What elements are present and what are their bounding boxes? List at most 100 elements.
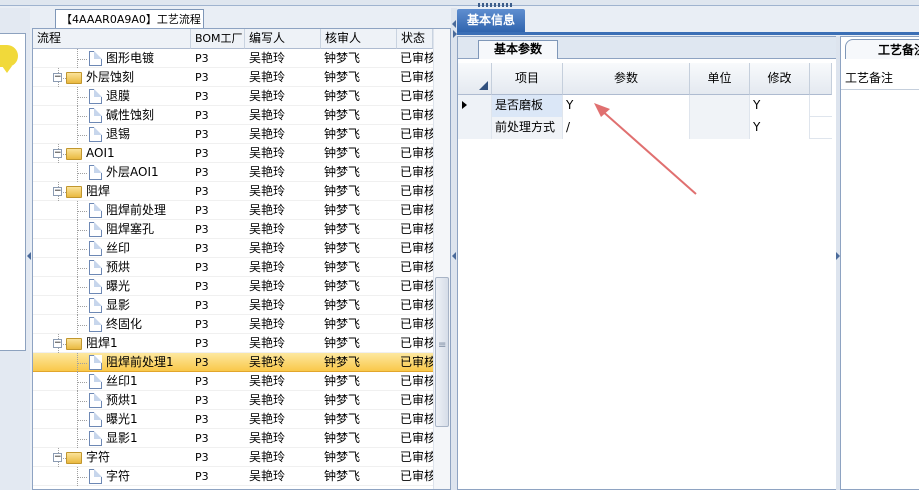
tree-row[interactable]: 曝光 P3 吴艳玲 钟梦飞 已审核 — [33, 277, 433, 296]
tree-row[interactable]: 曝光1 P3 吴艳玲 钟梦飞 已审核 — [33, 410, 433, 429]
param-unit-cell[interactable] — [690, 95, 750, 117]
tree-node[interactable]: 阻焊塞孔 — [89, 220, 154, 239]
writer-cell: 吴艳玲 — [249, 469, 286, 483]
tree-branch-line — [77, 97, 87, 98]
tree-node[interactable]: 字符 — [89, 467, 130, 486]
tree-row[interactable]: 预烘1 P3 吴艳玲 钟梦飞 已审核 — [33, 391, 433, 410]
tree-row[interactable]: 退锡 P3 吴艳玲 钟梦飞 已审核 — [33, 125, 433, 144]
tree-node[interactable]: 退膜 — [89, 87, 130, 106]
tree-node[interactable]: 外层AOI1 — [89, 163, 159, 182]
tree-node[interactable]: 预烘1 — [89, 391, 138, 410]
tree-row[interactable]: − 字符 P3 吴艳玲 钟梦飞 已审核 — [33, 448, 433, 467]
tree-node[interactable]: 显影 — [89, 296, 130, 315]
collapse-toggle-icon[interactable]: − — [53, 187, 62, 196]
process-remark-tab[interactable]: 工艺备注 — [845, 39, 919, 59]
reviewer-cell: 钟梦飞 — [324, 412, 361, 426]
tree-row[interactable]: 阻焊前处理1 P3 吴艳玲 钟梦飞 已审核 — [33, 353, 433, 372]
column-header-flow[interactable]: 流程 — [33, 29, 191, 49]
tree-row[interactable]: 阻焊塞孔 P3 吴艳玲 钟梦飞 已审核 — [33, 220, 433, 239]
tree-node[interactable]: 碱性蚀刻 — [89, 106, 154, 125]
status-cell: 已审核 — [400, 393, 433, 407]
basic-info-tab[interactable]: 基本信息 — [457, 9, 525, 33]
tree-row[interactable]: 碱性蚀刻 P3 吴艳玲 钟梦飞 已审核 — [33, 106, 433, 125]
tree-row[interactable]: 退膜 P3 吴艳玲 钟梦飞 已审核 — [33, 87, 433, 106]
param-modify-cell[interactable]: Y — [750, 95, 810, 117]
tree-row[interactable]: 显影1 P3 吴艳玲 钟梦飞 已审核 — [33, 429, 433, 448]
tree-row[interactable]: 丝印 P3 吴艳玲 钟梦飞 已审核 — [33, 239, 433, 258]
bom-cell: P3 — [195, 394, 209, 407]
tree-node[interactable]: 曝光 — [89, 277, 130, 296]
column-header-writer[interactable]: 编写人 — [245, 29, 321, 49]
bom-cell: P3 — [195, 432, 209, 445]
tree-row[interactable]: 丝印1 P3 吴艳玲 钟梦飞 已审核 — [33, 372, 433, 391]
tree-row[interactable]: 预烘 P3 吴艳玲 钟梦飞 已审核 — [33, 258, 433, 277]
tree-node[interactable]: 终固化 — [89, 315, 142, 334]
column-header-bom[interactable]: BOM工厂 — [191, 29, 245, 49]
writer-cell: 吴艳玲 — [249, 70, 286, 84]
grid-header-item[interactable]: 项目 — [492, 63, 563, 95]
row-indicator[interactable] — [458, 117, 492, 139]
tree-node[interactable]: 退锡 — [89, 125, 130, 144]
tree-node[interactable]: − 外层蚀刻 — [53, 68, 134, 87]
grid-header-param[interactable]: 参数 — [563, 63, 690, 95]
tree-row[interactable]: 字符 P3 吴艳玲 钟梦飞 已审核 — [33, 467, 433, 486]
grid-header-unit[interactable]: 单位 — [690, 63, 750, 95]
tree-node[interactable]: 阻焊前处理 — [89, 201, 166, 220]
collapse-toggle-icon[interactable]: − — [53, 149, 62, 158]
scrollbar-thumb[interactable] — [435, 277, 449, 427]
tree-row[interactable]: 图形电镀 P3 吴艳玲 钟梦飞 已审核 — [33, 49, 433, 68]
tree-node-label: 丝印1 — [106, 374, 138, 388]
reviewer-cell: 钟梦飞 — [324, 51, 361, 65]
splitter-grip[interactable] — [478, 3, 514, 7]
collapse-toggle-icon[interactable]: − — [53, 339, 62, 348]
tree-node[interactable]: 丝印 — [89, 239, 130, 258]
tree-row[interactable]: 外层AOI1 P3 吴艳玲 钟梦飞 已审核 — [33, 163, 433, 182]
grid-header-modify[interactable]: 修改 — [750, 63, 810, 95]
tree-node[interactable]: 预烘 — [89, 258, 130, 277]
splitter-left-arrow-icon[interactable] — [452, 20, 456, 28]
param-unit-cell[interactable] — [690, 117, 750, 139]
tree-node-label: 字符 — [106, 469, 131, 483]
tree-node-label: 阻焊前处理1 — [106, 355, 174, 369]
params-row[interactable]: 前处理方式 / Y — [458, 117, 832, 139]
basic-params-tab[interactable]: 基本参数 — [478, 40, 558, 59]
document-icon — [89, 279, 102, 294]
tree-row[interactable]: 显影 P3 吴艳玲 钟梦飞 已审核 — [33, 296, 433, 315]
collapse-toggle-icon[interactable]: − — [53, 73, 62, 82]
splitter-mid-arrow-icon[interactable] — [452, 252, 456, 260]
tree-node[interactable]: 阻焊前处理1 — [89, 353, 174, 372]
tree-row[interactable]: − 阻焊 P3 吴艳玲 钟梦飞 已审核 — [33, 182, 433, 201]
tree-row[interactable]: 阻焊前处理 P3 吴艳玲 钟梦飞 已审核 — [33, 201, 433, 220]
document-icon — [89, 412, 102, 427]
tree-node[interactable]: − AOI1 — [53, 144, 115, 163]
param-value-cell[interactable]: Y — [563, 95, 690, 117]
process-flow-tab[interactable]: 【4AAAR0A9A0】工艺流程 — [55, 9, 204, 30]
tree-node[interactable]: 图形电镀 — [89, 49, 154, 68]
column-header-reviewer[interactable]: 核审人 — [321, 29, 397, 49]
collapse-left-arrow-icon[interactable] — [27, 252, 31, 260]
tree-node[interactable]: 显影1 — [89, 429, 138, 448]
tree-row[interactable]: − 阻焊1 P3 吴艳玲 钟梦飞 已审核 — [33, 334, 433, 353]
tree-node[interactable]: − 阻焊1 — [53, 334, 118, 353]
row-indicator[interactable] — [458, 95, 492, 117]
tree-vertical-scrollbar[interactable] — [433, 29, 450, 489]
tree-row[interactable]: − AOI1 P3 吴艳玲 钟梦飞 已审核 — [33, 144, 433, 163]
status-cell: 已审核 — [400, 165, 433, 179]
bom-cell: P3 — [195, 375, 209, 388]
tree-node[interactable]: 丝印1 — [89, 372, 138, 391]
tree-row[interactable]: 终固化 P3 吴艳玲 钟梦飞 已审核 — [33, 315, 433, 334]
status-cell: 已审核 — [400, 355, 433, 369]
document-icon — [89, 431, 102, 446]
collapse-toggle-icon[interactable]: − — [53, 453, 62, 462]
tree-row[interactable]: − 外层蚀刻 P3 吴艳玲 钟梦飞 已审核 — [33, 68, 433, 87]
params-row[interactable]: 是否磨板 Y Y — [458, 95, 832, 117]
param-modify-cell[interactable]: Y — [750, 117, 810, 139]
tree-node[interactable]: − 字符 — [53, 448, 110, 467]
tree-node[interactable]: − 阻焊 — [53, 182, 110, 201]
param-value-cell[interactable]: / — [563, 117, 690, 139]
document-icon — [89, 127, 102, 142]
column-header-status[interactable]: 状态 — [397, 29, 433, 49]
reviewer-cell: 钟梦飞 — [324, 203, 361, 217]
tree-node[interactable]: 曝光1 — [89, 410, 138, 429]
grid-corner[interactable] — [458, 63, 492, 95]
